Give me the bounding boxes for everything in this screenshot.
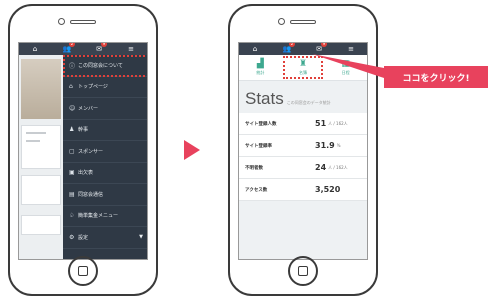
cover-photo (21, 59, 61, 119)
settings-icon: ⚙ (69, 233, 75, 241)
menu-item-label: この同窓会について (78, 62, 123, 69)
tab-label: 統計 (256, 70, 265, 75)
menu-item-label: トップページ (78, 84, 108, 91)
home-icon: ⌂ (69, 83, 73, 91)
menu-item-members[interactable]: ☺ メンバー (63, 98, 147, 120)
money-icon: ♤ (69, 212, 75, 220)
table-row: 不明者数 24 人 / 162人 (239, 157, 367, 179)
menu-item-settings[interactable]: ⚙ 設定 ▼ (63, 227, 147, 249)
notification-badge: 9 (101, 42, 107, 47)
left-phone-screen: ⌂ 👥 2 ✉ 9 ≡ ⓘ この同窓会について ⌂ トップページ ☺ メンバー … (18, 42, 148, 260)
info-card (21, 175, 61, 205)
left-phone-frame: ⌂ 👥 2 ✉ 9 ≡ ⓘ この同窓会について ⌂ トップページ ☺ メンバー … (8, 4, 158, 296)
stats-header: Stats この同窓会のデータ統計 (245, 89, 331, 109)
info-icon: ⓘ (69, 62, 76, 70)
stat-value: 3,520 (315, 185, 341, 194)
stat-unit: % (336, 143, 341, 148)
callout-pointer-shape (312, 54, 384, 78)
stat-value: 24 (315, 163, 327, 172)
home-button-square (298, 266, 308, 276)
users-icon[interactable]: 👥 2 (280, 42, 295, 55)
menu-item-label: メンバー (78, 105, 99, 112)
newsletter-icon: ▤ (69, 190, 75, 198)
menu-item-label: 幹事 (78, 127, 89, 134)
menu-item-organizer[interactable]: ♟ 幹事 (63, 120, 147, 141)
page-content-background (19, 55, 63, 259)
chart-icon: ▟ (256, 59, 264, 69)
organizer-icon: ♟ (69, 126, 75, 134)
stat-unit: 人 / 162人 (328, 164, 348, 170)
menu-item-label: 同窓会通信 (78, 191, 104, 198)
menu-item-payment[interactable]: ♤ 簡単集金メニュー (63, 206, 147, 227)
speaker-slot (70, 20, 96, 24)
people-icon: ♜ (298, 59, 308, 69)
menu-item-label: 設定 (78, 234, 89, 241)
text-line (26, 140, 40, 142)
users-icon[interactable]: 👥 2 (60, 42, 75, 55)
stats-table: サイト登録人数 51 人 / 162人 サイト登録率 31.9 % 不明者数 2… (239, 113, 367, 201)
table-row: アクセス数 3,520 (239, 179, 367, 201)
table-row: サイト登録率 31.9 % (239, 135, 367, 157)
step-arrow-icon (184, 140, 200, 160)
member-icon: ☺ (69, 104, 76, 112)
home-button[interactable] (68, 256, 98, 286)
menu-item-top[interactable]: ⌂ トップページ (63, 77, 147, 98)
stat-value: 51 (315, 119, 327, 128)
stat-label: アクセス数 (245, 187, 268, 193)
notification-badge: 2 (289, 42, 295, 47)
menu-icon[interactable]: ≡ (124, 43, 138, 55)
home-button-square (78, 266, 88, 276)
stat-label: サイト登録人数 (245, 121, 277, 127)
menu-item-about[interactable]: ⓘ この同窓会について (63, 55, 147, 77)
home-icon[interactable]: ⌂ (248, 43, 262, 55)
info-card (21, 125, 61, 169)
stats-panel: Stats この同窓会のデータ統計 サイト登録人数 51 人 / 162人 サイ… (239, 81, 367, 259)
menu-item-newsletter[interactable]: ▤ 同窓会通信 (63, 184, 147, 206)
menu-item-label: 出欠表 (78, 170, 94, 177)
stat-label: サイト登録率 (245, 143, 272, 149)
slide-menu: ⓘ この同窓会について ⌂ トップページ ☺ メンバー ♟ 幹事 ▢ スポンサー… (63, 55, 147, 259)
notification-badge: 2 (69, 42, 75, 47)
front-camera (278, 18, 285, 25)
notification-badge: 9 (321, 42, 327, 47)
stat-label: 不明者数 (245, 165, 263, 171)
table-row: サイト登録人数 51 人 / 162人 (239, 113, 367, 135)
stat-value: 31.9 (315, 141, 335, 150)
tab-label: 名簿 (299, 70, 307, 75)
info-card (21, 215, 61, 235)
menu-item-attendance[interactable]: ▣ 出欠表 (63, 163, 147, 184)
menu-item-label: 簡単集金メニュー (78, 213, 119, 220)
front-camera (58, 18, 65, 25)
click-here-callout: ココをクリック! (384, 66, 488, 88)
page-subtitle: この同窓会のデータ統計 (286, 100, 331, 105)
text-line (26, 132, 46, 134)
callout-pointer-icon (312, 54, 384, 78)
calendar-icon: ▣ (69, 169, 75, 177)
speaker-slot (290, 20, 316, 24)
chevron-down-icon: ▼ (139, 234, 143, 241)
menu-item-sponsor[interactable]: ▢ スポンサー (63, 141, 147, 163)
sponsor-icon: ▢ (69, 147, 75, 155)
chat-icon[interactable]: ✉ 9 (92, 42, 107, 55)
page-title: Stats (245, 89, 284, 108)
menu-item-label: スポンサー (78, 148, 104, 155)
stat-unit: 人 / 162人 (328, 120, 348, 126)
tab-stats[interactable]: ▟ 統計 (239, 55, 282, 80)
home-button[interactable] (288, 256, 318, 286)
home-icon[interactable]: ⌂ (28, 43, 42, 55)
top-navbar: ⌂ 👥 2 ✉ 9 ≡ (19, 43, 147, 55)
